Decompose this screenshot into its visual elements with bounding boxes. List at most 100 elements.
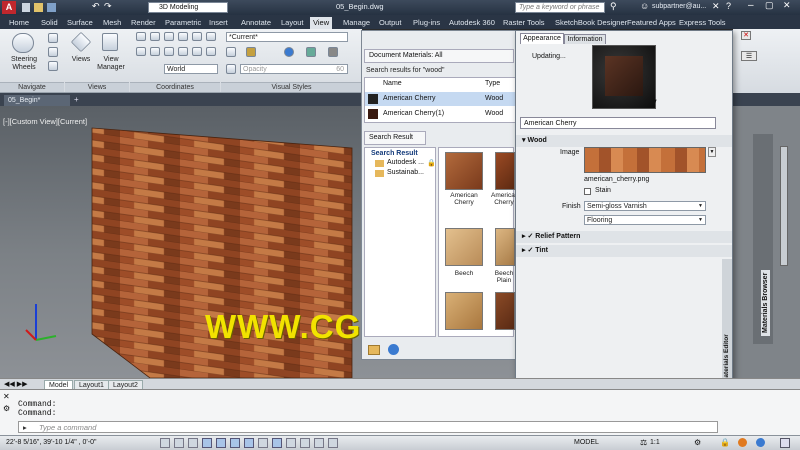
ucs-icon-4[interactable]	[178, 32, 188, 41]
tab-featured-apps[interactable]: Featured Apps	[624, 17, 679, 29]
visual-style-dropdown[interactable]: *Current*	[226, 32, 348, 42]
tab-surface[interactable]: Surface	[64, 17, 96, 29]
redo-icon[interactable]: ↷	[104, 1, 112, 12]
tab-view[interactable]: View	[310, 17, 333, 29]
material-preview[interactable]	[592, 45, 656, 109]
tab-mesh[interactable]: Mesh	[100, 17, 124, 29]
ucs-icon-7[interactable]	[136, 47, 146, 56]
steering-wheels-button[interactable]: Steering Wheels	[4, 56, 44, 72]
help-icon[interactable]: ?	[726, 1, 731, 11]
library-options-icon[interactable]	[368, 345, 380, 355]
tab-solid[interactable]: Solid	[38, 17, 61, 29]
material-name-field[interactable]: American Cherry	[520, 117, 716, 129]
wood-image-swatch[interactable]	[584, 147, 706, 173]
tab-raster-tools[interactable]: Raster Tools	[500, 17, 548, 29]
user-name[interactable]: subpartner@au...	[652, 3, 706, 10]
preview-options-icon[interactable]: ▼	[652, 99, 658, 105]
stain-checkbox[interactable]	[584, 188, 591, 195]
qp-icon[interactable]	[314, 438, 324, 448]
restore-icon[interactable]: ▢	[765, 0, 774, 11]
ucs-icon-10[interactable]	[178, 47, 188, 56]
settings-icon[interactable]: ⚙	[3, 404, 10, 413]
view-manager-button[interactable]: View Manager	[94, 56, 128, 72]
tab-layout[interactable]: Layout	[278, 17, 307, 29]
tpy-icon[interactable]	[300, 438, 310, 448]
doc-materials-header[interactable]: Document Materials: All	[364, 49, 514, 63]
material-tile-beech[interactable]	[445, 228, 483, 266]
orbit-icon[interactable]	[48, 47, 58, 57]
ucs-icon-2[interactable]	[150, 32, 160, 41]
tint-section[interactable]: ▸ ✓ Tint	[516, 245, 732, 257]
tree-item-search-result[interactable]: Search Result	[371, 150, 418, 157]
app-logo-icon[interactable]: A	[2, 1, 16, 14]
tab-insert[interactable]: Insert	[206, 17, 231, 29]
tree-item-autodesk[interactable]: Autodesk ...	[387, 159, 424, 166]
user-icon[interactable]: ☺	[640, 1, 649, 11]
search-result-breadcrumb[interactable]: Search Result	[364, 131, 426, 145]
lighting-icon[interactable]	[284, 47, 294, 57]
annotation-scale-icon[interactable]: ⚖	[640, 438, 647, 447]
grid-icon[interactable]	[174, 438, 184, 448]
ducs-icon[interactable]	[258, 438, 268, 448]
snap-icon[interactable]	[160, 438, 170, 448]
table-row[interactable]: American Cherry Wood	[365, 92, 515, 106]
coordinates-readout[interactable]: 22'-8 5/16", 39'-10 1/4" , 0'-0"	[6, 439, 96, 446]
ortho-icon[interactable]	[188, 438, 198, 448]
material-tile-american-cherry[interactable]	[445, 152, 483, 190]
tab-home[interactable]: Home	[6, 17, 32, 29]
new-icon[interactable]	[22, 3, 30, 12]
ucs-dropdown[interactable]: World	[164, 64, 218, 74]
material-tile-4[interactable]	[495, 292, 515, 330]
tab-autodesk-360[interactable]: Autodesk 360	[446, 17, 498, 29]
tab-plugins[interactable]: Plug-ins	[410, 17, 443, 29]
zoom-icon[interactable]	[48, 61, 58, 71]
col-type-header[interactable]: Type	[485, 80, 500, 87]
opacity-icon[interactable]	[226, 64, 236, 74]
ucs-icon-5[interactable]	[192, 32, 202, 41]
ucs-icon-11[interactable]	[192, 47, 202, 56]
open-icon[interactable]	[34, 3, 43, 12]
scroll-handle[interactable]	[780, 146, 788, 266]
list-view-icon[interactable]: ☰	[741, 51, 757, 61]
tab-manage[interactable]: Manage	[340, 17, 373, 29]
lock-icon[interactable]: 🔒	[720, 438, 730, 447]
material-tile-beech-plain[interactable]	[495, 228, 515, 266]
3dosnap-icon[interactable]	[230, 438, 240, 448]
material-tile-american-cherry-2[interactable]	[495, 152, 515, 190]
pan-icon[interactable]	[48, 33, 58, 43]
table-row[interactable]: American Cherry(1) Wood	[365, 107, 515, 121]
polar-icon[interactable]	[202, 438, 212, 448]
ucs-icon-3[interactable]	[164, 32, 174, 41]
views-button[interactable]: Views	[66, 56, 96, 64]
undo-icon[interactable]: ↶	[92, 1, 100, 12]
editor-tab-appearance[interactable]: Appearance	[520, 33, 564, 44]
dyn-icon[interactable]	[272, 438, 282, 448]
finish-dropdown[interactable]: Semi-gloss Varnish ▼	[584, 201, 706, 211]
tab-output[interactable]: Output	[376, 17, 405, 29]
ucs-icon-8[interactable]	[150, 47, 160, 56]
ucs-icon-9[interactable]	[164, 47, 174, 56]
annotation-scale[interactable]: 1:1	[650, 439, 660, 446]
views-icon[interactable]	[70, 31, 92, 53]
doc-tab[interactable]: 05_Begin*	[4, 95, 70, 106]
otrack-icon[interactable]	[244, 438, 254, 448]
col-name-header[interactable]: Name	[383, 80, 402, 87]
save-icon[interactable]	[47, 3, 56, 12]
binoculars-icon[interactable]: ⚲	[610, 1, 617, 12]
close-panel-icon[interactable]: ✕	[741, 31, 751, 40]
create-material-icon[interactable]	[388, 344, 399, 355]
tree-item-sustainable[interactable]: Sustainab...	[387, 169, 424, 176]
shadow-icon[interactable]	[246, 47, 256, 57]
tab-annotate[interactable]: Annotate	[238, 17, 274, 29]
ucs-icon-12[interactable]	[206, 47, 216, 56]
material-icon[interactable]	[306, 47, 316, 57]
isolate-icon[interactable]	[756, 438, 765, 447]
exchange-icon[interactable]: ✕	[712, 1, 720, 12]
hardware-accel-icon[interactable]	[738, 438, 747, 447]
used-for-dropdown[interactable]: Flooring ▼	[584, 215, 706, 225]
relief-pattern-section[interactable]: ▸ ✓ Relief Pattern	[516, 231, 732, 243]
ucs-icon-6[interactable]	[206, 32, 216, 41]
material-tile-3[interactable]	[445, 292, 483, 330]
clean-screen-icon[interactable]	[780, 438, 790, 448]
tab-render[interactable]: Render	[128, 17, 159, 29]
